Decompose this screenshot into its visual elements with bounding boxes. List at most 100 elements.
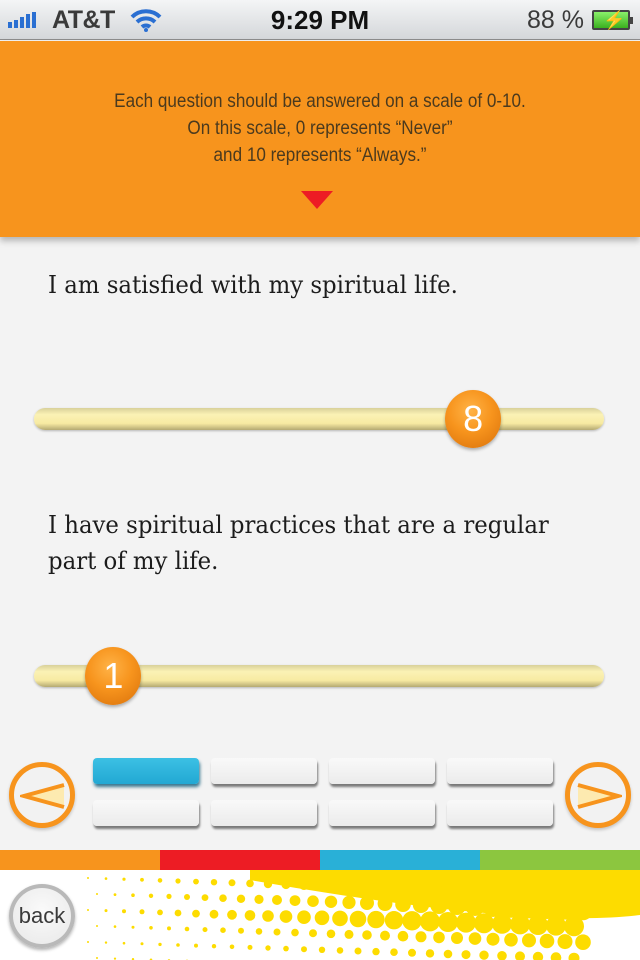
- halftone-dot: [96, 925, 98, 927]
- halftone-dot: [575, 934, 591, 950]
- halftone-dot: [324, 895, 338, 908]
- halftone-dot: [476, 883, 492, 900]
- halftone-dot: [532, 951, 544, 960]
- halftone-dot: [440, 882, 456, 898]
- halftone-dot: [515, 951, 525, 960]
- halftone-dot: [479, 950, 489, 960]
- slider-thumb[interactable]: 1: [85, 647, 142, 705]
- page-segment[interactable]: [329, 758, 435, 784]
- halftone-dot: [492, 913, 512, 934]
- halftone-dot: [387, 881, 401, 895]
- halftone-dot: [443, 949, 453, 959]
- halftone-dot: [354, 947, 362, 955]
- halftone-dot: [539, 933, 555, 949]
- halftone-dot: [342, 895, 356, 909]
- halftone-dot: [279, 910, 293, 923]
- instructions-line: On this scale, 0 represents “Never”: [187, 118, 453, 139]
- halftone-dot: [283, 945, 289, 952]
- stripe-segment: [320, 850, 480, 870]
- halftone-dot: [349, 910, 367, 928]
- stripe-segment: [480, 850, 640, 870]
- halftone-dot: [273, 928, 281, 936]
- halftone-dot: [420, 911, 440, 932]
- halftone-dot: [546, 915, 566, 936]
- halftone-dot: [456, 912, 476, 933]
- instructions-line: and 10 represents “Always.”: [213, 145, 427, 166]
- page-segment[interactable]: [447, 758, 553, 784]
- page-segment[interactable]: [93, 800, 199, 826]
- next-page-button[interactable]: [565, 762, 631, 828]
- halftone-dot: [96, 893, 98, 895]
- halftone-dot: [448, 897, 466, 915]
- halftone-dot: [486, 932, 500, 946]
- previous-page-button[interactable]: [9, 762, 75, 828]
- halftone-dot: [244, 910, 256, 921]
- battery-charging-icon: ⚡: [592, 10, 633, 30]
- slider-track[interactable]: [34, 408, 604, 430]
- halftone-dot: [297, 910, 311, 924]
- halftone-dot: [166, 893, 172, 899]
- question-text: I have spiritual practices that are a re…: [48, 511, 549, 575]
- halftone-dot: [157, 878, 163, 883]
- halftone-dot: [246, 879, 254, 888]
- chevron-right-icon: [577, 783, 622, 809]
- back-button[interactable]: back: [9, 884, 75, 948]
- halftone-dot: [557, 934, 573, 950]
- halftone-dot: [176, 943, 180, 947]
- halftone-dot: [210, 879, 218, 886]
- halftone-dot: [334, 881, 346, 892]
- halftone-dot: [402, 911, 422, 931]
- halftone-dot: [493, 883, 511, 901]
- halftone-dot: [184, 926, 190, 932]
- halftone-dot: [510, 914, 530, 935]
- page-segment[interactable]: [447, 800, 553, 826]
- halftone-dot: [384, 911, 404, 930]
- answer-slider[interactable]: 8: [34, 390, 604, 448]
- halftone-dot: [87, 877, 89, 879]
- page-segment[interactable]: [211, 758, 317, 784]
- halftone-dot: [318, 946, 326, 953]
- halftone-dot: [332, 910, 348, 927]
- page-segment[interactable]: [93, 758, 199, 784]
- halftone-dot: [344, 929, 354, 939]
- halftone-dot: [397, 930, 409, 942]
- battery-percent: 88 %: [527, 6, 584, 34]
- halftone-dot: [131, 893, 135, 897]
- halftone-dot: [360, 896, 374, 910]
- halftone-dot: [395, 896, 411, 912]
- halftone-dot: [104, 909, 108, 913]
- halftone-dot: [96, 957, 98, 959]
- halftone-dot: [326, 929, 336, 939]
- halftone-dot: [104, 877, 108, 880]
- halftone-dot: [247, 944, 253, 950]
- page-segment[interactable]: [329, 800, 435, 826]
- halftone-dot: [220, 927, 226, 933]
- triangle-down-icon[interactable]: [301, 191, 333, 209]
- halftone-dot: [157, 909, 163, 916]
- halftone-dot: [405, 882, 419, 896]
- halftone-dot: [113, 925, 117, 928]
- slider-thumb[interactable]: 8: [445, 390, 502, 448]
- halftone-decoration: [87, 870, 640, 960]
- page-segment[interactable]: [211, 800, 317, 826]
- halftone-dot: [192, 909, 200, 918]
- halftone-dot: [202, 927, 208, 933]
- halftone-dot: [425, 949, 435, 958]
- halftone-dot: [497, 951, 507, 960]
- halftone-dot: [377, 896, 393, 911]
- halftone-dot: [184, 894, 190, 900]
- chevron-left-icon: [20, 783, 65, 809]
- halftone-dot: [550, 952, 562, 960]
- halftone-dot: [372, 947, 380, 956]
- answer-slider[interactable]: 1: [34, 647, 604, 705]
- halftone-dot: [307, 895, 319, 907]
- halftone-dot: [564, 916, 584, 937]
- halftone-dot: [367, 910, 385, 929]
- halftone-dot: [263, 879, 273, 889]
- halftone-dot: [140, 942, 144, 946]
- stripe-segment: [160, 850, 320, 870]
- halftone-dot: [158, 942, 162, 947]
- halftone-dot: [299, 880, 309, 890]
- halftone-dot: [174, 909, 182, 917]
- halftone-dot: [255, 928, 263, 935]
